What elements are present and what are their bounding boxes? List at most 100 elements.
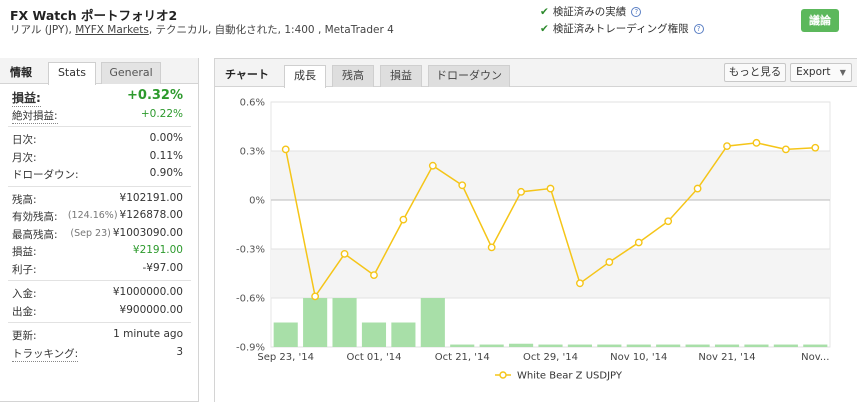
tab-growth[interactable]: 成長 [284, 65, 326, 88]
tab-drawdown[interactable]: ドローダウン [428, 65, 510, 87]
bar [656, 344, 681, 347]
y-tick-label: 0.6% [240, 98, 265, 109]
bar [332, 298, 357, 347]
stat-label[interactable]: 損益: [12, 89, 41, 107]
stat-profit: 損益: ¥2191.00 [0, 242, 199, 260]
y-tick-label: 0% [249, 196, 265, 207]
verified-trading-privileges: ✔ 検証済みトレーディング権限? [540, 21, 704, 36]
data-point [458, 181, 467, 190]
verified-track-label: 検証済みの実績 [552, 6, 627, 18]
stat-tracking: トラッキング: 3 [0, 344, 199, 362]
legend-marker [499, 371, 507, 379]
stat-label: 損益: [12, 246, 37, 258]
export-dropdown[interactable]: Export ▼ [790, 63, 852, 82]
x-tick-label: Oct 29, '14 [523, 352, 578, 363]
legend-label: White Bear Z USDJPY [517, 371, 623, 382]
stat-label: ドローダウン: [12, 169, 79, 181]
zoom-button[interactable]: もっと見る [724, 63, 786, 82]
x-tick-label: Sep 23, '14 [257, 352, 314, 363]
y-tick-label: -0.6% [236, 294, 265, 305]
data-point [781, 145, 790, 154]
data-point [311, 292, 320, 301]
data-point [576, 279, 584, 288]
tab-profit[interactable]: 損益 [380, 65, 422, 87]
data-point [693, 184, 702, 193]
stat-value: ¥1000000.00 [112, 286, 183, 298]
bar [420, 298, 445, 347]
x-tick-label: Nov 10, '14 [610, 352, 667, 363]
verified-track-record: ✔ 検証済みの実績? [540, 4, 642, 19]
x-tick-label: Nov 21, '14 [698, 352, 755, 363]
bar [685, 344, 710, 347]
info-label: 情報 [10, 66, 32, 79]
check-icon: ✔ [540, 6, 549, 18]
y-tick-label: 0.3% [240, 147, 265, 158]
tab-general[interactable]: General [101, 62, 161, 84]
stat-equity: 有効残高: (124.16%) ¥126878.00 [0, 207, 199, 225]
chart-label: チャート [225, 68, 269, 81]
stat-label: 更新: [12, 330, 37, 342]
stat-label[interactable]: トラッキング: [12, 346, 79, 362]
y-tick-label: -0.3% [236, 245, 265, 256]
tab-balance[interactable]: 残高 [332, 65, 374, 87]
bar [303, 298, 328, 347]
data-point [428, 161, 437, 170]
tab-stats[interactable]: Stats [48, 62, 96, 85]
bar [714, 344, 740, 347]
data-point [634, 238, 643, 247]
stat-value: -¥97.00 [142, 261, 183, 274]
divider [8, 126, 191, 127]
stat-gain: 損益: +0.32% [0, 88, 199, 107]
stat-amount: ¥126878.00 [119, 209, 183, 221]
stat-value: (Sep 23) ¥1003090.00 [70, 227, 183, 239]
stat-value: 1 minute ago [113, 328, 183, 340]
stat-amount: ¥1003090.00 [112, 226, 183, 239]
divider [8, 185, 191, 187]
bar [479, 344, 504, 347]
stat-label: 入金: [12, 288, 37, 300]
stat-balance: 残高: ¥102191.00 [0, 190, 199, 208]
account-subtitle: リアル (JPY), MYFX Markets, テクニカル, 自動化された, … [10, 22, 394, 37]
discuss-button[interactable]: 議論 [801, 9, 839, 32]
subtitle-prefix: リアル (JPY), [10, 24, 76, 36]
data-point [340, 249, 349, 258]
chart-panel: チャート 成長 残高 損益 ドローダウン もっと見る Export ▼ 0.6%… [214, 58, 857, 402]
header: FX Watch ポートフォリオ2 リアル (JPY), MYFX Market… [0, 0, 857, 52]
bar [567, 344, 592, 347]
stat-value: 3 [176, 345, 183, 358]
export-label: Export [796, 66, 831, 78]
x-tick-label: Nov... [801, 352, 829, 363]
stat-value: +0.22% [140, 107, 183, 120]
stat-value: 0.00% [149, 132, 183, 144]
bar [597, 344, 622, 347]
stat-updated: 更新: 1 minute ago [0, 326, 199, 344]
grid-band [271, 151, 830, 200]
stat-value: +0.32% [127, 88, 183, 103]
stat-value: (124.16%) ¥126878.00 [68, 209, 183, 221]
divider [8, 280, 191, 281]
divider [8, 322, 191, 323]
chart-tabbar: チャート 成長 残高 損益 ドローダウン もっと見る Export ▼ [215, 59, 857, 88]
bar [450, 344, 475, 347]
data-point [752, 138, 761, 147]
stat-label[interactable]: 絶対損益: [12, 108, 58, 124]
help-icon[interactable]: ? [631, 7, 642, 17]
stat-monthly: 月次: 0.11% [0, 148, 199, 166]
bar [626, 344, 651, 347]
data-point [664, 217, 673, 226]
verified-trading-label: 検証済みトレーディング権限 [552, 23, 689, 35]
info-tabbar: 情報 Stats General [0, 58, 198, 85]
stat-label: 有効残高: [12, 211, 58, 223]
stat-value: 0.11% [149, 149, 183, 162]
stat-label: 残高: [12, 193, 37, 206]
bar [273, 322, 298, 347]
stat-daily: 日次: 0.00% [0, 130, 199, 148]
growth-chart: 0.6%0.3%0%-0.3%-0.6%-0.9%Sep 23, '14 Oct … [236, 98, 831, 382]
data-point [546, 184, 555, 193]
stat-value: ¥102191.00 [119, 191, 183, 204]
stat-label: 月次: [12, 151, 37, 164]
broker-link[interactable]: MYFX Markets [75, 24, 149, 36]
data-point [281, 145, 290, 154]
help-icon[interactable]: ? [693, 24, 704, 34]
bar [391, 322, 416, 347]
